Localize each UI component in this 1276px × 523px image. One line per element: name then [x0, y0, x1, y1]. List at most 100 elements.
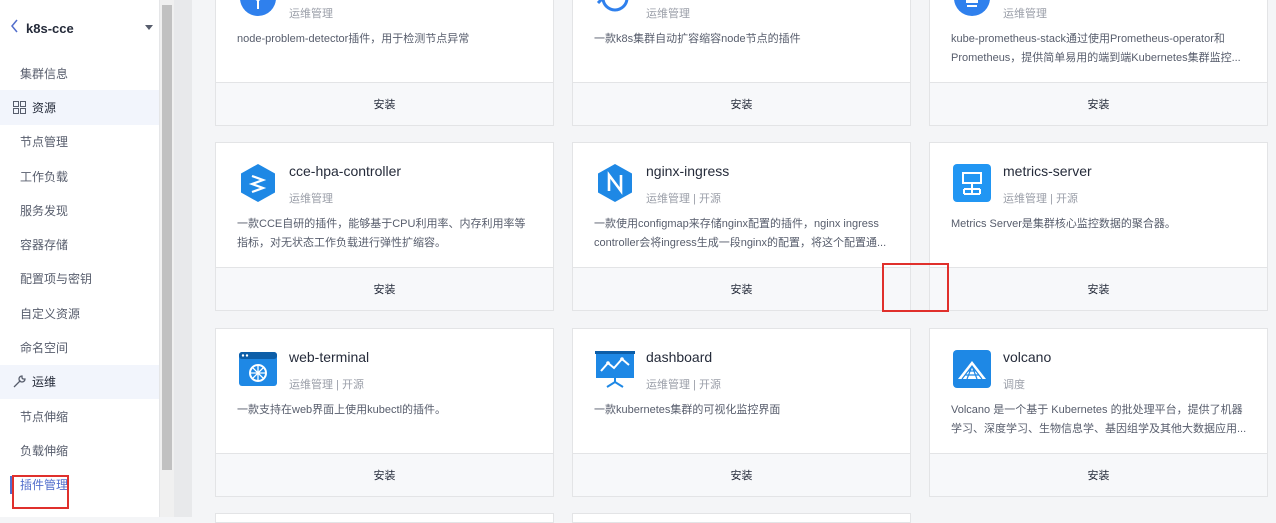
sidebar-item-label: 负载伸缩 [20, 443, 69, 458]
addon-card-body: dashboard 运维管理 | 开源一款kubernetes集群的可视化监控界面 [573, 329, 910, 453]
addon-card: nginx-ingress 运维管理 | 开源一款使用configmap来存储ng… [572, 142, 911, 311]
addon-card-body: nginx-ingress 运维管理 | 开源一款使用configmap来存储ng… [573, 143, 910, 267]
addon-card-partial [215, 513, 554, 523]
metrics-icon [952, 163, 992, 203]
install-button-label: 安装 [373, 99, 396, 111]
sidebar-item-label: 资源 [32, 100, 57, 115]
addon-tags: 运维管理 [1003, 8, 1047, 20]
addon-card-body: cce-hpa-controller 运维管理一款CCE自研的插件，能够基于CPU… [216, 143, 553, 267]
sidebar-item-10[interactable]: 节点伸缩 [0, 399, 159, 433]
install-button[interactable]: 安装 [930, 453, 1267, 496]
addon-title[interactable]: nginx-ingress [646, 163, 729, 179]
addon-tags: 运维管理 | 开源 [646, 193, 721, 205]
install-button-label: 安装 [1087, 470, 1110, 482]
wrench-icon [12, 375, 26, 389]
sidebar-group-9[interactable]: 运维 [0, 364, 159, 399]
addon-grid: 运维管理 node-problem-detector插件，用于检测节点异常 安装 运维… [192, 0, 1276, 523]
sidebar-item-8[interactable]: 命名空间 [0, 330, 159, 364]
addon-card-body: web-terminal 运维管理 | 开源一款支持在web界面上使用kubect… [216, 329, 553, 453]
sidebar-item-0[interactable]: 集群信息 [0, 56, 159, 90]
install-button[interactable]: 安装 [573, 453, 910, 496]
addon-card-body: metrics-server 运维管理 | 开源 Metrics Server是集群… [930, 143, 1267, 267]
sidebar-item-4[interactable]: 服务发现 [0, 193, 159, 227]
sidebar-item-label: 服务发现 [20, 203, 69, 218]
addon-description: node-problem-detector插件，用于检测节点异常 [237, 33, 470, 45]
addon-title[interactable]: cce-hpa-controller [289, 163, 401, 179]
addon-tags: 调度 [1003, 379, 1025, 391]
sidebar-item-11[interactable]: 负载伸缩 [0, 433, 159, 467]
install-button[interactable]: 安装 [930, 267, 1267, 310]
sidebar-item-3[interactable]: 工作负载 [0, 159, 159, 193]
addon-title[interactable]: volcano [1003, 349, 1051, 365]
addon-card-body: 运维管理 一款k8s集群自动扩容缩容node节点的插件 [573, 0, 910, 82]
addon-title[interactable]: metrics-server [1003, 163, 1092, 179]
cluster-name: k8s-cce [26, 20, 74, 36]
install-button[interactable]: 安装 [930, 82, 1267, 125]
sidebar-item-label: 节点管理 [20, 135, 69, 150]
terminal-icon [238, 349, 278, 389]
addon-card-body: 运维管理 kube-prometheus-stack通过使用Prometheus-… [930, 0, 1267, 82]
sidebar-item-label: 节点伸缩 [20, 409, 69, 424]
addon-card: volcano 调度 Volcano 是一个基于 Kubernetes 的批处理平台… [929, 328, 1268, 497]
sidebar-item-label: 自定义资源 [20, 306, 81, 321]
addon-card: dashboard 运维管理 | 开源一款kubernetes集群的可视化监控界面… [572, 328, 911, 497]
addon-title[interactable]: dashboard [646, 349, 712, 365]
sidebar-item-6[interactable]: 配置项与密钥 [0, 262, 159, 296]
addon-tags: 运维管理 [289, 8, 333, 20]
install-button[interactable]: 安装 [216, 453, 553, 496]
addon-description: 一款CCE自研的插件，能够基于CPU利用率、内存利用率等指标，对无状态工作负载进… [237, 218, 526, 249]
network-node-icon [238, 0, 278, 18]
sidebar-nav: 集群信息资源节点管理工作负载服务发现容器存储配置项与密钥自定义资源命名空间运维节… [0, 56, 159, 502]
sidebar-item-7[interactable]: 自定义资源 [0, 296, 159, 330]
addon-tags: 运维管理 [289, 193, 333, 205]
sidebar-item-label: 工作负载 [20, 169, 69, 184]
install-button-label: 安装 [1087, 99, 1110, 111]
sidebar-item-label: 运维 [32, 375, 57, 390]
volcano-icon [952, 349, 992, 389]
sidebar-item-label: 容器存储 [20, 238, 69, 253]
dashboard-icon [595, 349, 635, 389]
sidebar-item-5[interactable]: 容器存储 [0, 227, 159, 261]
prometheus-icon [952, 0, 992, 18]
install-button[interactable]: 安装 [573, 82, 910, 125]
addon-description: 一款使用configmap来存储nginx配置的插件，nginx ingress… [594, 218, 887, 249]
highlight-box-install-metrics-server [882, 263, 949, 312]
addon-description: Volcano 是一个基于 Kubernetes 的批处理平台，提供了机器学习、… [951, 404, 1247, 435]
grid-icon [12, 100, 26, 114]
sidebar-item-label: 命名空间 [20, 341, 69, 356]
install-button[interactable]: 安装 [216, 82, 553, 125]
sidebar-group-1[interactable]: 资源 [0, 90, 159, 125]
addon-tags: 运维管理 | 开源 [289, 379, 364, 391]
addon-title[interactable]: web-terminal [289, 349, 369, 365]
install-button[interactable]: 安装 [216, 267, 553, 310]
addon-description: 一款kubernetes集群的可视化监控界面 [594, 404, 781, 416]
install-button[interactable]: 安装 [573, 267, 910, 310]
autoscaler-icon [595, 0, 635, 18]
addon-tags: 运维管理 | 开源 [646, 379, 721, 391]
addon-description: kube-prometheus-stack通过使用Prometheus-oper… [951, 33, 1241, 64]
addon-description: 一款支持在web界面上使用kubectl的插件。 [237, 404, 447, 416]
sidebar: k8s-cce 集群信息资源节点管理工作负载服务发现容器存储配置项与密钥自定义资… [0, 0, 160, 517]
addon-card-body: 运维管理 node-problem-detector插件，用于检测节点异常 [216, 0, 553, 82]
addon-card-partial [572, 513, 911, 523]
addon-card-body: volcano 调度 Volcano 是一个基于 Kubernetes 的批处理平台… [930, 329, 1267, 453]
install-button-label: 安装 [1087, 284, 1110, 296]
highlight-box-plugin-management [12, 475, 69, 509]
sidebar-item-2[interactable]: 节点管理 [0, 125, 159, 159]
addon-card: web-terminal 运维管理 | 开源一款支持在web界面上使用kubect… [215, 328, 554, 497]
chevron-left-icon[interactable] [10, 19, 24, 38]
divider [174, 0, 192, 517]
addon-tags: 运维管理 | 开源 [1003, 193, 1078, 205]
sidebar-scrollbar-thumb[interactable] [162, 5, 172, 470]
cluster-header[interactable]: k8s-cce [0, 0, 159, 56]
install-button-label: 安装 [373, 284, 396, 296]
caret-down-icon[interactable] [145, 25, 153, 30]
install-button-label: 安装 [730, 284, 753, 296]
install-button-label: 安装 [373, 470, 396, 482]
install-button-label: 安装 [730, 99, 753, 111]
sidebar-item-label: 集群信息 [20, 66, 69, 81]
addon-card: 运维管理 kube-prometheus-stack通过使用Prometheus-… [929, 0, 1268, 126]
addon-card: 运维管理 一款k8s集群自动扩容缩容node节点的插件安装 [572, 0, 911, 126]
install-button-label: 安装 [730, 470, 753, 482]
addon-card: metrics-server 运维管理 | 开源 Metrics Server是集群… [929, 142, 1268, 311]
